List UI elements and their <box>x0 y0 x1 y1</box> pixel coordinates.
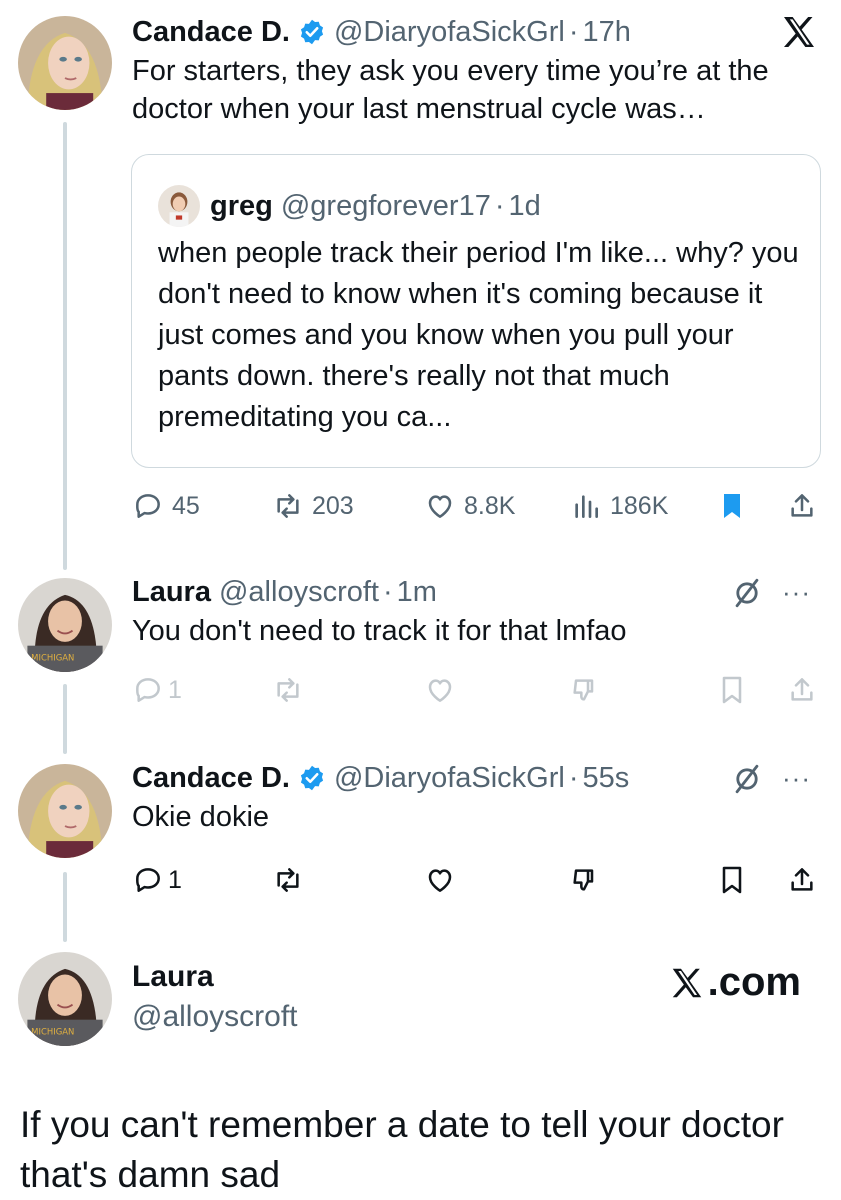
like-button[interactable] <box>424 668 456 712</box>
post-time[interactable]: 17h <box>583 14 631 50</box>
share-icon <box>791 868 813 891</box>
repost-button[interactable] <box>272 858 304 902</box>
avatar-candace[interactable] <box>18 764 112 858</box>
post-3-actions: 1 <box>132 858 821 902</box>
grok-icon[interactable] <box>730 576 764 610</box>
post-header: Candace D. @DiaryofaSickGrl · 55s <box>132 760 821 796</box>
grok-icon[interactable] <box>730 762 764 796</box>
reply-icon <box>136 868 160 892</box>
share-button[interactable] <box>786 484 818 528</box>
bookmark-button[interactable] <box>716 668 748 712</box>
repost-icon <box>277 678 299 702</box>
reply-button[interactable]: 45 <box>132 484 200 528</box>
verified-badge-icon <box>298 18 326 46</box>
quoted-post-text: when people track their period I'm like.… <box>158 237 799 433</box>
x-logo-icon <box>672 968 701 997</box>
separator-dot: · <box>568 16 579 48</box>
like-count: 8.8K <box>464 491 516 520</box>
post-text: Okie dokie <box>132 801 270 833</box>
share-icon <box>791 678 813 701</box>
x-logo-icon[interactable] <box>779 12 819 52</box>
bookmark-button[interactable] <box>716 484 748 528</box>
thread-line-2 <box>63 684 67 754</box>
post-laura-1[interactable]: Laura @alloyscroft · 1m You don't need t… <box>132 574 821 650</box>
separator-dot: · <box>382 576 393 608</box>
more-options-button[interactable]: ··· <box>782 765 811 791</box>
more-options-button[interactable]: ··· <box>782 579 811 605</box>
author-handle[interactable]: @alloyscroft <box>132 1000 298 1034</box>
post-text: For starters, they ask you every time yo… <box>132 55 769 125</box>
post-1-actions: 45 203 8.8K 186K <box>132 484 821 528</box>
thread-line-3 <box>63 872 67 942</box>
views-button[interactable]: 186K <box>570 484 668 528</box>
like-button[interactable]: 8.8K <box>424 484 515 528</box>
repost-icon <box>277 868 299 892</box>
share-button[interactable] <box>786 858 818 902</box>
author-name[interactable]: Candace D. <box>132 760 290 796</box>
heart-icon <box>428 495 452 518</box>
repost-count: 203 <box>312 491 354 520</box>
verified-badge-icon <box>298 764 326 792</box>
like-button[interactable] <box>424 858 456 902</box>
repost-icon <box>277 494 299 518</box>
reply-count: 45 <box>172 491 200 520</box>
bookmark-icon <box>722 866 742 894</box>
share-button[interactable] <box>786 668 818 712</box>
reply-icon <box>136 678 160 702</box>
heart-icon <box>428 679 452 702</box>
bookmark-icon <box>722 676 742 704</box>
downvote-button[interactable] <box>568 668 600 712</box>
x-com-text: .com <box>707 960 801 1004</box>
post-text: You don't need to track it for that lmfa… <box>132 615 627 647</box>
quoted-author-handle: @gregforever17 <box>280 189 491 222</box>
svg-text:MICHIGAN: MICHIGAN <box>31 1027 74 1037</box>
quoted-post-time: 1d <box>508 189 541 222</box>
downvote-icon <box>573 869 594 891</box>
downvote-button[interactable] <box>568 858 600 902</box>
avatar-laura[interactable]: MICHIGAN <box>18 578 112 672</box>
repost-button[interactable]: 203 <box>272 484 354 528</box>
separator-dot: · <box>494 189 505 222</box>
reply-button[interactable]: 1 <box>132 668 182 712</box>
bookmark-icon <box>724 494 740 518</box>
repost-button[interactable] <box>272 668 304 712</box>
author-name[interactable]: Laura <box>132 574 211 610</box>
avatar-greg <box>158 185 200 227</box>
quoted-author-name: greg <box>210 189 273 222</box>
reply-count: 1 <box>168 675 182 704</box>
svg-text:MICHIGAN: MICHIGAN <box>31 653 74 663</box>
post-candace-2[interactable]: Candace D. @DiaryofaSickGrl · 55s Okie d… <box>132 760 821 836</box>
post-header: Laura @alloyscroft · 1m <box>132 574 821 610</box>
reply-icon <box>136 494 160 518</box>
x-com-watermark: .com <box>668 960 801 1005</box>
post-time[interactable]: 1m <box>397 574 437 610</box>
post-text: If you can't remember a date to tell you… <box>20 1104 784 1195</box>
quoted-post[interactable]: greg @gregforever17 · 1d when people tra… <box>131 154 821 468</box>
author-handle[interactable]: @alloyscroft <box>219 574 379 610</box>
post-header: Candace D. @DiaryofaSickGrl · 17h <box>132 14 821 50</box>
avatar-candace[interactable] <box>18 16 112 110</box>
bookmark-button[interactable] <box>716 858 748 902</box>
separator-dot: · <box>568 762 579 794</box>
author-handle[interactable]: @DiaryofaSickGrl <box>334 760 565 796</box>
author-name[interactable]: Laura <box>132 960 214 994</box>
author-handle[interactable]: @DiaryofaSickGrl <box>334 14 565 50</box>
quoted-post-header: greg @gregforever17 · 1d <box>158 185 541 227</box>
heart-icon <box>428 869 452 892</box>
share-icon <box>791 494 813 517</box>
post-2-actions: 1 <box>132 668 821 712</box>
reply-button[interactable]: 1 <box>132 858 182 902</box>
author-name[interactable]: Candace D. <box>132 14 290 50</box>
downvote-icon <box>573 679 594 701</box>
thread-line-1 <box>63 122 67 570</box>
views-chart-icon <box>575 495 598 518</box>
view-count: 186K <box>610 491 669 520</box>
reply-count: 1 <box>168 865 182 894</box>
post-candace-1[interactable]: Candace D. @DiaryofaSickGrl · 17h For st… <box>132 14 821 128</box>
post-time[interactable]: 55s <box>583 760 630 796</box>
avatar-laura[interactable]: MICHIGAN <box>18 952 112 1046</box>
